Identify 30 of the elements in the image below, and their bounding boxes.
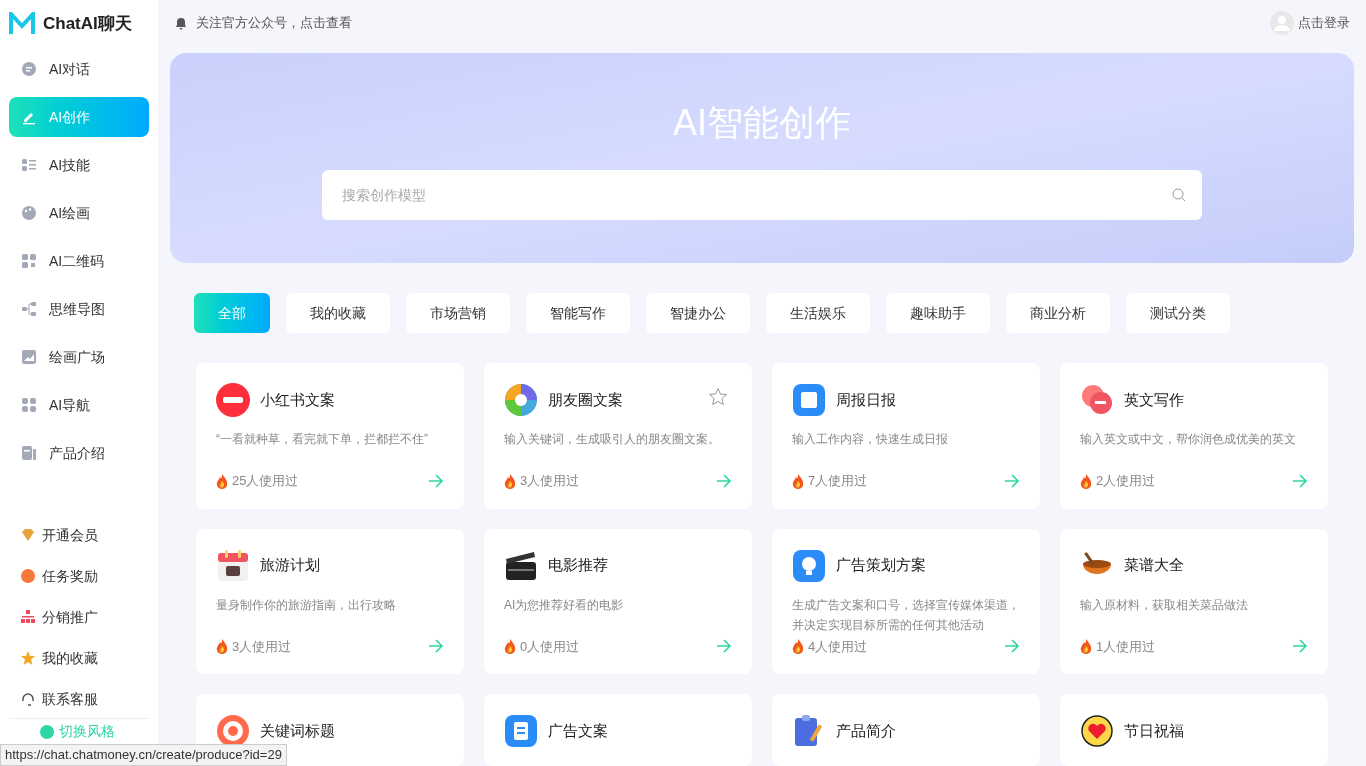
card-description: 输入英文或中文，帮你润色成优美的英文 (1080, 431, 1297, 448)
card-title: 电影推荐 (548, 555, 608, 576)
usage-count: 3人使用过 (520, 472, 580, 490)
card-title: 小红书文案 (260, 389, 335, 410)
card-title: 广告策划方案 (836, 555, 926, 576)
usage-count: 4人使用过 (808, 637, 868, 656)
brand-name: ChatAI聊天 (43, 13, 132, 36)
card-title: 关键词标题 (260, 720, 335, 741)
usage-count: 2人使用过 (1096, 472, 1156, 490)
card-title: 广告文案 (548, 720, 608, 741)
card-title: 英文写作 (1124, 389, 1184, 410)
card-description: 生成广告文案和口号，选择宣传媒体渠道，并决定实现目标所需的任何其他活动 (792, 596, 1020, 634)
card-description: 量身制作你的旅游指南，出行攻略 (216, 596, 397, 614)
card-title: 周报日报 (836, 389, 896, 410)
card-description: “一看就种草，看完就下单，拦都拦不住” (216, 431, 429, 448)
usage-count: 0人使用过 (520, 637, 580, 656)
card-title: 节日祝福 (1124, 720, 1184, 741)
usage-count: 25人使用过 (232, 472, 299, 490)
card-title: 产品简介 (836, 720, 896, 741)
card-title: 朋友圈文案 (548, 389, 623, 410)
usage-count: 1人使用过 (1096, 637, 1156, 656)
card-description: 输入原材料，获取相关菜品做法 (1080, 596, 1249, 614)
card-title: 菜谱大全 (1124, 555, 1184, 576)
card-description: 输入工作内容，快速生成日报 (792, 431, 949, 448)
card-title: 旅游计划 (260, 555, 320, 576)
card-description: 输入关键词，生成吸引人的朋友圈文案。 (504, 431, 721, 448)
link-preview-tooltip: https://chat.chatmoney.cn/create/produce?id=29 (0, 744, 287, 766)
card-description: AI为您推荐好看的电影 (504, 596, 625, 614)
usage-count: 3人使用过 (232, 637, 292, 656)
usage-count: 7人使用过 (808, 472, 868, 490)
